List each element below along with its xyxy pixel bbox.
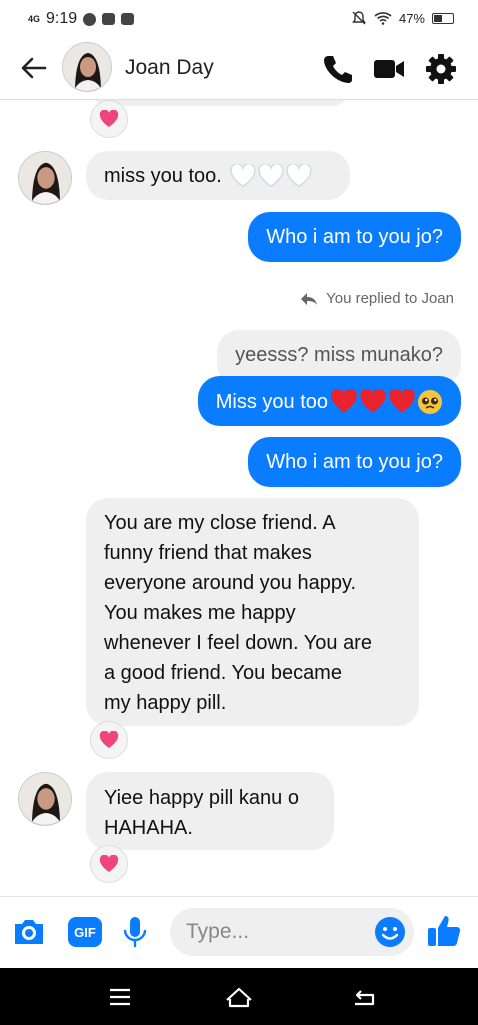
outgoing-message[interactable]: Who i am to you jo? [248, 212, 461, 262]
message-line: You makes me happy [104, 602, 296, 624]
heart-reaction[interactable] [90, 100, 128, 138]
white-heart-icon [258, 163, 284, 187]
mute-icon [352, 11, 366, 25]
gmail-notification-icon [121, 13, 135, 25]
message-line: You are my close friend. A [104, 512, 336, 534]
incoming-message[interactable]: Yiee happy pill kanu o HAHAHA. [86, 772, 334, 850]
message-composer: GIF Type... [0, 896, 478, 968]
contact-avatar-small[interactable] [18, 772, 72, 826]
heart-reaction[interactable] [90, 845, 128, 883]
white-heart-icon [230, 163, 256, 187]
system-navigation-bar [0, 968, 478, 1025]
thumbs-up-icon[interactable] [426, 913, 462, 949]
reply-indicator: You replied to Joan [300, 290, 454, 307]
message-line: my happy pill. [104, 692, 227, 714]
message-input[interactable]: Type... [170, 908, 414, 956]
message-line: a good friend. You became [104, 662, 342, 684]
home-icon[interactable] [224, 982, 254, 1012]
message-input-placeholder: Type... [186, 920, 250, 943]
contact-avatar-small[interactable] [18, 151, 72, 205]
back-arrow-icon[interactable] [18, 52, 50, 84]
heart-icon [99, 731, 119, 748]
pleading-face-icon [418, 389, 442, 414]
battery-percent: 47% [398, 10, 425, 26]
menu-icon[interactable] [105, 982, 135, 1012]
reply-arrow-icon [301, 292, 318, 305]
network-indicator: 4G [28, 13, 41, 24]
message-text: miss you too. [104, 164, 222, 187]
battery-icon [432, 12, 454, 24]
message-list[interactable]: miss you too. Who i am to you jo? You re… [0, 100, 478, 896]
outgoing-message[interactable]: Miss you too [197, 376, 461, 426]
video-call-icon[interactable] [372, 52, 406, 86]
heart-icon [99, 110, 119, 127]
red-heart-icon [389, 388, 415, 413]
incoming-message[interactable]: miss you too. [86, 151, 350, 200]
message-line: whenever I feel down. You are [104, 632, 372, 654]
mail-notification-icon [102, 13, 116, 25]
contact-name[interactable]: Joan Day [125, 56, 214, 80]
white-hearts-emoji [230, 163, 312, 188]
microphone-icon[interactable] [122, 915, 148, 949]
settings-gear-icon[interactable] [424, 52, 458, 86]
message-line: funny friend that makes [104, 542, 312, 564]
wifi-icon [374, 12, 392, 25]
red-heart-icon [360, 388, 386, 413]
heart-icon [99, 855, 119, 872]
gif-button[interactable]: GIF [68, 917, 102, 947]
conversation-header: Joan Day [0, 38, 478, 100]
red-hearts-emoji [330, 388, 443, 415]
red-heart-icon [331, 388, 357, 413]
message-text: Miss you too [215, 390, 328, 413]
status-bar: 4G 9:19 47% [0, 0, 478, 38]
message-line: Yiee happy pill kanu o [104, 787, 299, 809]
reply-indicator-text: You replied to Joan [326, 290, 454, 307]
messenger-notification-icon [83, 12, 97, 26]
clock: 9:19 [46, 10, 78, 27]
white-heart-icon [286, 163, 312, 187]
back-nav-icon[interactable] [349, 982, 379, 1012]
phone-call-icon[interactable] [320, 52, 354, 86]
emoji-icon[interactable] [374, 916, 406, 948]
heart-reaction[interactable] [90, 721, 128, 759]
message-line: HAHAHA. [104, 817, 193, 839]
incoming-message[interactable]: You are my close friend. A funny friend … [86, 498, 419, 726]
message-line: everyone around you happy. [104, 572, 357, 594]
message-bubble-partial[interactable] [90, 100, 350, 106]
outgoing-message[interactable]: Who i am to you jo? [248, 437, 461, 487]
contact-avatar[interactable] [62, 42, 112, 92]
camera-icon[interactable] [12, 917, 46, 947]
